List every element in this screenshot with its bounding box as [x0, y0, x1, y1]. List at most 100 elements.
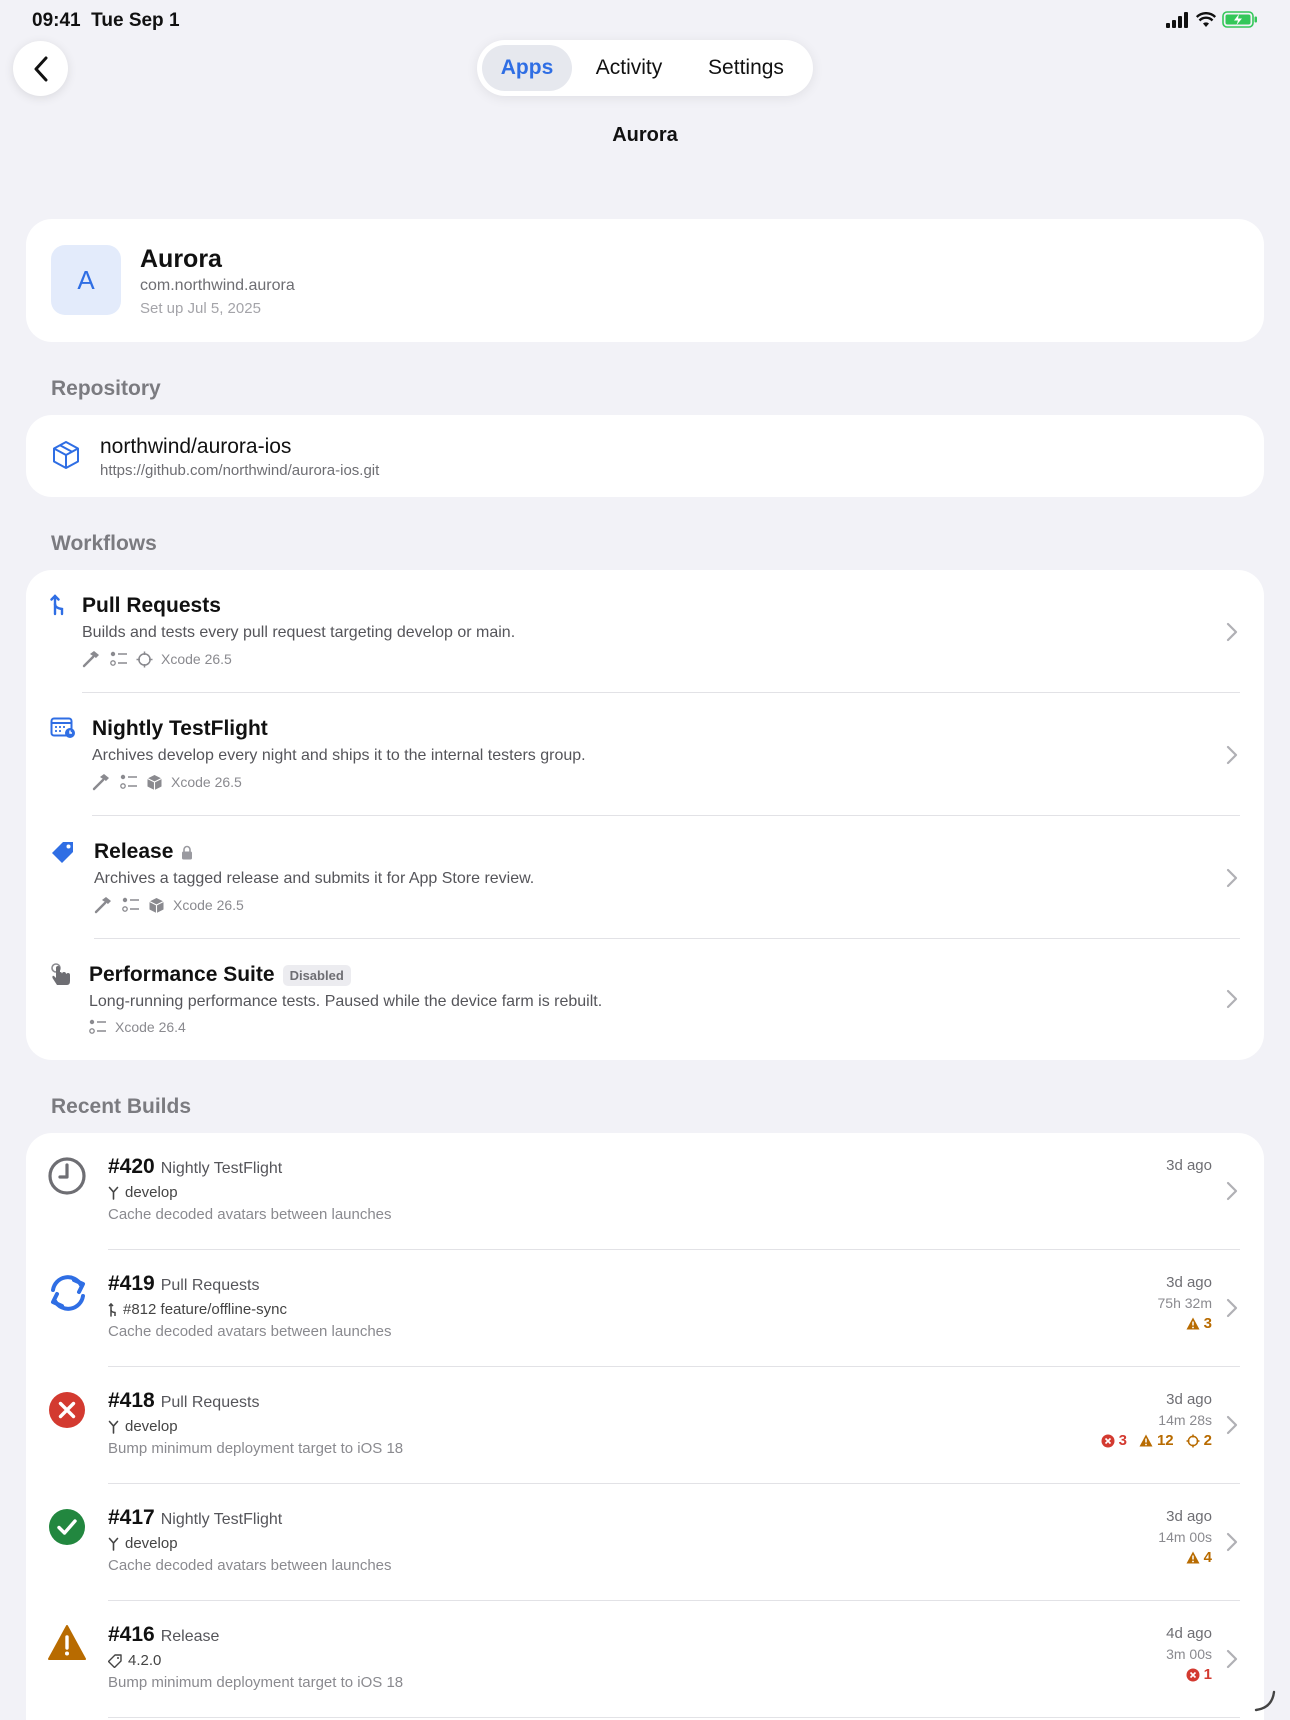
- warning-triangle-icon: [1186, 1551, 1200, 1564]
- build-row[interactable]: #417 Nightly TestFlight develop Cache dec…: [26, 1484, 1264, 1601]
- workflow-description: Builds and tests every pull request targ…: [82, 624, 516, 641]
- queued-clock-icon: [48, 1157, 86, 1195]
- row-divider: [108, 1717, 1240, 1718]
- xcode-version: Xcode 26.5: [171, 774, 242, 790]
- build-time: 3d ago: [1166, 1508, 1212, 1525]
- test-list-icon: [120, 774, 137, 789]
- tab-settings[interactable]: Settings: [686, 45, 806, 91]
- build-title: #416 Release: [108, 1623, 219, 1647]
- build-issues: 1: [1166, 1666, 1212, 1683]
- workflow-description: Long-running performance tests. Paused w…: [89, 993, 603, 1010]
- commit-message: Bump minimum deployment target to iOS 18: [108, 1440, 404, 1457]
- branch-icon: [108, 1186, 119, 1200]
- chevron-right-icon: [1226, 622, 1238, 642]
- wifi-icon: [1196, 11, 1216, 27]
- build-workflow: Pull Requests: [160, 1277, 260, 1294]
- build-duration: 14m 28s: [1158, 1412, 1212, 1428]
- resize-handle-icon[interactable]: [1254, 1690, 1276, 1712]
- error-circle-icon: [1186, 1668, 1200, 1681]
- build-meta: 3d ago 14m 00s 4: [1158, 1508, 1212, 1566]
- build-issues: 3: [1158, 1315, 1212, 1332]
- build-meta: 3d ago: [1166, 1157, 1212, 1174]
- repository-name: northwind/aurora-ios: [100, 435, 292, 458]
- build-workflow: Nightly TestFlight: [160, 1160, 283, 1177]
- app-setup-date: Set up Jul 5, 2025: [140, 300, 261, 317]
- build-ref: 4.2.0: [108, 1652, 161, 1669]
- build-duration: 75h 32m: [1157, 1295, 1212, 1311]
- build-row[interactable]: #420 Nightly TestFlight develop Cache dec…: [26, 1133, 1264, 1250]
- chevron-right-icon: [1226, 989, 1238, 1009]
- commit-message: Cache decoded avatars between launches: [108, 1323, 392, 1340]
- calendar-schedule-icon: [50, 717, 75, 738]
- workflow-row[interactable]: Nightly TestFlight Archives develop ever…: [26, 693, 1264, 816]
- section-label-recent-builds: Recent Builds: [51, 1095, 192, 1118]
- chevron-right-icon: [1226, 745, 1238, 765]
- warning-count: 12: [1139, 1432, 1174, 1449]
- branch-icon: [108, 1420, 119, 1434]
- workflows-card: Pull Requests Builds and tests every pul…: [26, 570, 1264, 1060]
- battery-charging-icon: [1222, 11, 1257, 28]
- chevron-right-icon: [1226, 868, 1238, 888]
- build-row[interactable]: #418 Pull Requests develop Bump minimum d…: [26, 1367, 1264, 1484]
- disabled-badge: Disabled: [282, 964, 351, 986]
- build-number: #420: [108, 1155, 155, 1178]
- crosshair-icon: [136, 651, 153, 667]
- chevron-right-icon: [1226, 1298, 1238, 1318]
- tag-outline-icon: [108, 1653, 122, 1668]
- build-workflow: Nightly TestFlight: [160, 1511, 283, 1528]
- workflow-name: Nightly TestFlight: [92, 717, 268, 740]
- build-issues: 4: [1158, 1549, 1212, 1566]
- status-time: 09:41 Tue Sep 1: [32, 10, 180, 31]
- workflow-row[interactable]: Release Archives a tagged release and su…: [26, 816, 1264, 939]
- crosshair-icon: [1186, 1434, 1200, 1447]
- build-time: 4d ago: [1166, 1625, 1212, 1642]
- app-bundle-id: com.northwind.aurora: [140, 277, 295, 294]
- warning-triangle-large-icon: [48, 1625, 86, 1660]
- hammer-icon: [82, 651, 99, 668]
- build-duration: 3m 00s: [1166, 1646, 1212, 1662]
- page-title: Aurora: [612, 124, 678, 146]
- branch-icon: [108, 1537, 119, 1551]
- pull-request-small-icon: [108, 1302, 116, 1317]
- test-list-icon: [89, 1019, 106, 1034]
- workflow-row[interactable]: Performance Suite Disabled Long-running …: [26, 939, 1264, 1060]
- workflow-name: Release: [94, 840, 193, 864]
- cellular-signal-icon: [1166, 11, 1188, 28]
- tab-activity[interactable]: Activity: [572, 45, 686, 91]
- build-number: #419: [108, 1272, 155, 1295]
- hammer-icon: [94, 897, 111, 914]
- section-label-workflows: Workflows: [51, 532, 157, 555]
- workflow-meta: Xcode 26.4: [89, 1019, 186, 1035]
- hammer-icon: [92, 774, 109, 791]
- chevron-right-icon: [1226, 1181, 1238, 1201]
- workflow-description: Archives develop every night and ships i…: [92, 747, 586, 764]
- analyzer-count: 2: [1186, 1432, 1212, 1449]
- pull-request-icon: [50, 594, 64, 616]
- tap-gesture-icon: [51, 963, 70, 985]
- tab-apps[interactable]: Apps: [482, 45, 572, 91]
- build-ref: develop: [108, 1535, 178, 1552]
- xcode-version: Xcode 26.4: [115, 1019, 186, 1035]
- warning-count: 4: [1186, 1549, 1212, 1566]
- build-title: #420 Nightly TestFlight: [108, 1155, 282, 1179]
- back-button[interactable]: [13, 41, 68, 96]
- chevron-right-icon: [1226, 1532, 1238, 1552]
- build-time: 3d ago: [1166, 1274, 1212, 1291]
- build-workflow: Release: [160, 1628, 220, 1645]
- workflow-meta: Xcode 26.5: [92, 773, 242, 791]
- chevron-left-icon: [34, 56, 47, 81]
- build-duration: 14m 00s: [1158, 1529, 1212, 1545]
- app-avatar: A: [51, 245, 121, 315]
- build-row[interactable]: #416 Release 4.2.0 Bump minimum deploymen…: [26, 1601, 1264, 1718]
- build-number: #417: [108, 1506, 155, 1529]
- build-row[interactable]: #419 Pull Requests #812 feature/offline-s…: [26, 1250, 1264, 1367]
- build-issues: 3 12 2: [1101, 1432, 1212, 1449]
- app-name: Aurora: [140, 245, 222, 273]
- workflow-row[interactable]: Pull Requests Builds and tests every pul…: [26, 570, 1264, 693]
- repository-card[interactable]: northwind/aurora-ios https://github.com/…: [26, 415, 1264, 497]
- app-card: A Aurora com.northwind.aurora Set up Jul…: [26, 219, 1264, 342]
- failed-x-icon: [49, 1392, 85, 1428]
- archive-box-icon: [149, 897, 164, 913]
- build-time: 3d ago: [1166, 1391, 1212, 1408]
- build-meta: 3d ago 14m 28s 3 12 2: [1101, 1391, 1212, 1449]
